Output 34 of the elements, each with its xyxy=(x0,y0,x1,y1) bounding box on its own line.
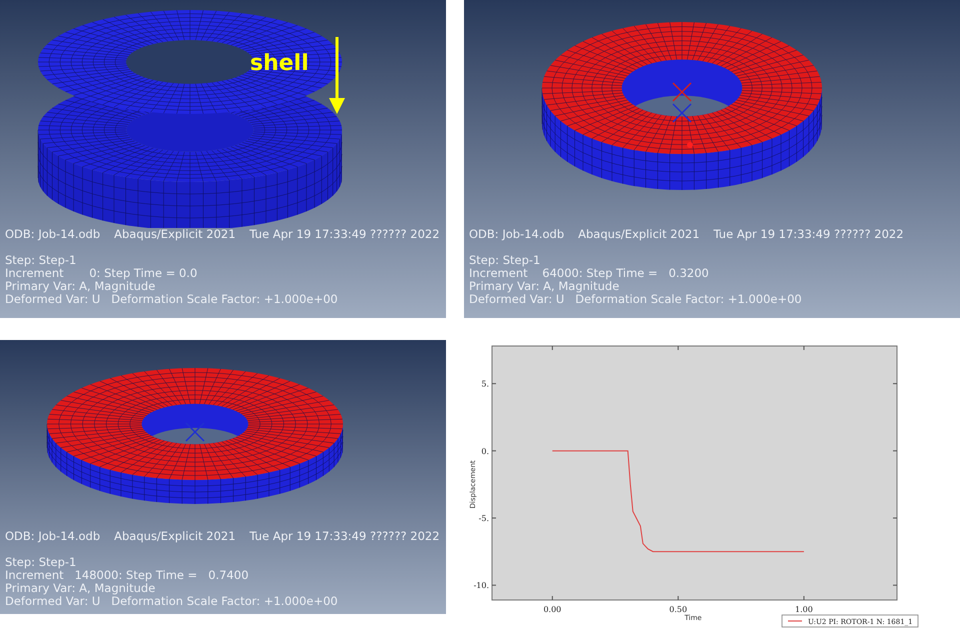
status-line: Primary Var: A, Magnitude xyxy=(469,280,620,293)
odb-label: ODB: Job-14.odb xyxy=(5,530,100,543)
date-label: Tue Apr 19 17:33:49 ?????? 2022 xyxy=(714,228,904,241)
y-tick-label: -10. xyxy=(474,581,489,590)
solver-label: Abaqus/Explicit 2021 xyxy=(114,530,236,543)
cross-marker xyxy=(185,422,205,442)
down-arrow-icon xyxy=(329,37,345,114)
status-line: Step: Step-1 xyxy=(5,556,78,569)
status-line: Deformed Var: U Deformation Scale Factor: +1.000e+00 xyxy=(5,595,339,608)
y-tick-label: -5. xyxy=(478,514,489,524)
solver-label: Abaqus/Explicit 2021 xyxy=(578,228,700,241)
odb-label: ODB: Job-14.odb xyxy=(5,228,100,241)
status-line: Deformed Var: U Deformation Scale Factor: +1.000e+00 xyxy=(5,293,339,306)
node-dot xyxy=(687,142,693,148)
status-line: Increment 148000: Step Time = 0.7400 xyxy=(5,569,250,582)
status-line: Increment 0: Step Time = 0.0 xyxy=(5,267,198,280)
status-line: Deformed Var: U Deformation Scale Factor: +1.000e+00 xyxy=(469,293,803,306)
y-tick-label: 5. xyxy=(481,380,489,389)
odb-label: ODB: Job-14.odb xyxy=(469,228,564,241)
status-line: Step: Step-1 xyxy=(469,254,542,267)
shell-label: shell xyxy=(250,51,309,76)
status-line: Increment 64000: Step Time = 0.3200 xyxy=(469,267,710,280)
x-tick-label: 1.00 xyxy=(795,605,813,614)
x-tick-label: 0.00 xyxy=(543,605,562,614)
status-line: Primary Var: A, Magnitude xyxy=(5,280,156,293)
status-line: Step: Step-1 xyxy=(5,254,78,267)
cross-marker xyxy=(672,103,692,123)
y-tick-label: 0. xyxy=(481,446,489,456)
date-label: Tue Apr 19 17:33:49 ?????? 2022 xyxy=(250,228,440,241)
solver-label: Abaqus/Explicit 2021 xyxy=(114,228,236,241)
date-label: Tue Apr 19 17:33:49 ?????? 2022 xyxy=(250,530,440,543)
cross-marker xyxy=(672,82,692,102)
x-tick-label: 0.50 xyxy=(669,605,688,614)
status-line: Primary Var: A, Magnitude xyxy=(5,582,156,595)
